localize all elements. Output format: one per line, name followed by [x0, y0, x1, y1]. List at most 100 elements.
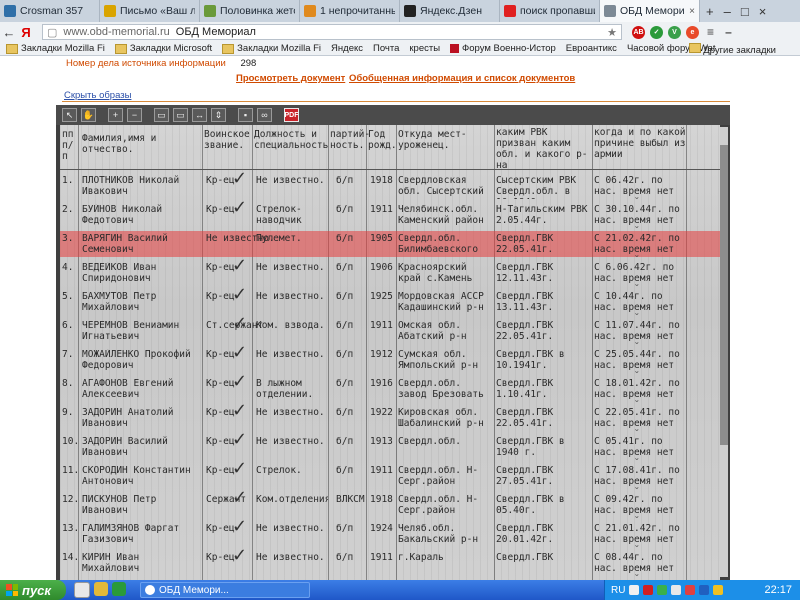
quick-launch — [74, 582, 126, 598]
url-domain: www.obd-memorial.ru — [63, 26, 170, 38]
view-document-link[interactable]: Просмотреть документ — [236, 73, 345, 84]
cell-when: С 6.06.42г. по нас. время нет известий. — [594, 262, 675, 286]
fit-page-icon[interactable]: ▭ — [154, 108, 169, 122]
media-icon[interactable] — [112, 582, 126, 596]
cell-name: КИРИН Иван Михайлович — [82, 552, 140, 574]
cell-role: Стрелок. — [256, 465, 302, 476]
bookmark-item[interactable]: Яндекс — [331, 43, 363, 54]
cell-role: Не известно. — [256, 407, 325, 418]
cell-year: 1913 — [370, 436, 393, 447]
cell-role: Ком.отделения — [256, 494, 328, 505]
fit-width-icon[interactable]: ▭ — [173, 108, 188, 122]
bookmark-item[interactable]: Закладки Mozilla Fi — [6, 43, 105, 54]
tab-2[interactable]: Половинка жетона — [200, 0, 300, 22]
cell-party: б/п — [336, 378, 354, 389]
cell-party: б/п — [336, 291, 354, 302]
cell-when: С 21.02.42г. по нас. время нет известий. — [594, 233, 680, 257]
cell-rvk: Свердл.ГВК 12.11.43г. — [496, 262, 554, 284]
close-window-icon[interactable]: × — [759, 4, 767, 19]
bookmark-item[interactable]: Закладки Microsoft — [114, 43, 212, 54]
tab-5[interactable]: поиск пропавших б — [500, 0, 600, 22]
shield-tray-icon[interactable] — [699, 585, 710, 595]
fit-height-icon[interactable]: ↔ — [192, 108, 207, 122]
cell-rank: Кр-ец — [206, 407, 235, 418]
battery-icon[interactable] — [713, 585, 724, 595]
cell-when: С 21.01.42г. по нас. время нет известий. — [594, 523, 680, 547]
document-scan[interactable]: пп п/п Фамилия,имя и отчество. Воинское … — [60, 125, 720, 580]
cell-name: БУЙНОВ Николай Федотович — [82, 204, 163, 226]
bookmark-star-icon[interactable]: ★ — [607, 26, 617, 39]
pdf-icon[interactable]: PDF — [284, 108, 299, 122]
update-icon[interactable] — [657, 585, 668, 595]
minimize-window-icon[interactable]: – — [724, 4, 731, 19]
adblock-icon[interactable]: AB — [632, 25, 645, 39]
summary-link[interactable]: Обобщенная информация и список документо… — [349, 73, 575, 84]
actual-size-icon[interactable]: ⇕ — [211, 108, 226, 122]
volume-icon[interactable] — [671, 585, 682, 595]
bookmark-item[interactable]: Евроантикс — [566, 43, 617, 54]
shield-icon[interactable]: ✓ — [650, 25, 663, 39]
tab-0[interactable]: Crosman 357 — [0, 0, 100, 22]
mail-icon — [104, 5, 116, 17]
cell-origin: Челяб.обл. Бакальский р-н — [398, 523, 479, 545]
cell-year: 1916 — [370, 378, 393, 389]
folder-icon — [688, 43, 701, 53]
new-tab-icon[interactable]: + — [706, 4, 714, 19]
bookmark-item[interactable]: Форум Военно-Истор — [450, 43, 556, 54]
navigation-bar: ← Я ▢ www.obd-memorial.ru ОБД Мемориал ★… — [0, 22, 800, 42]
flag-icon[interactable] — [685, 585, 696, 595]
cell-role: Стрелок-наводчик — [256, 204, 302, 226]
explorer-icon[interactable] — [94, 582, 108, 596]
menu-icon[interactable]: ≡ — [704, 25, 717, 39]
cell-role: Не известно. — [256, 291, 325, 302]
cell-party: б/п — [336, 407, 354, 418]
close-tab-icon[interactable]: × — [689, 6, 695, 17]
tab-4[interactable]: Яндекс.Дзен — [400, 0, 500, 22]
bookmark-item[interactable]: кресты — [409, 43, 440, 54]
cell-name: МОЖАЙЛЕНКО Прокофий Федорович — [82, 349, 191, 371]
address-bar[interactable]: ▢ www.obd-memorial.ru ОБД Мемориал ★ — [42, 24, 622, 40]
vpn-icon[interactable]: V — [668, 25, 681, 39]
tab-6[interactable]: ОБД Мемориал × — [600, 0, 700, 22]
lock-icon: ▢ — [47, 26, 58, 39]
cell-name: ГАЛИМЗЯНОВ Фаргат Газизович — [82, 523, 180, 545]
hand-icon[interactable]: ✋ — [81, 108, 96, 122]
minimize-icon[interactable]: – — [722, 25, 735, 39]
header-party: партий- ность. — [330, 129, 371, 151]
yandex-mail-icon[interactable]: e — [686, 25, 699, 39]
cell-year: 1906 — [370, 262, 393, 273]
cell-when: С 17.08.41г. по нас. время нет известий. — [594, 465, 680, 489]
zoom-out-icon[interactable]: − — [127, 108, 142, 122]
cell-rank: Кр-ец — [206, 436, 235, 447]
cell-when: С 30.10.44г. по нас. время нет известий. — [594, 204, 680, 228]
windows-flag-icon — [6, 584, 18, 596]
cell-rvk: Н-Тагильским РВК 2.05.44г. — [496, 204, 588, 226]
start-button[interactable]: пуск — [0, 580, 66, 600]
zoom-in-icon[interactable]: + — [108, 108, 123, 122]
cell-party: б/п — [336, 233, 354, 244]
back-arrow-icon[interactable]: ← — [0, 25, 18, 40]
pointer-icon[interactable]: ↖ — [62, 108, 77, 122]
link-icon[interactable]: ∞ — [257, 108, 272, 122]
language-indicator[interactable]: RU — [611, 585, 625, 596]
header-when: когда и по какой причине выбыл из армии — [594, 127, 686, 160]
tab-3[interactable]: 1 непрочитанный ч — [300, 0, 400, 22]
viewer-scrollbar-thumb[interactable] — [720, 145, 728, 445]
checkmark-icon: ✓ — [232, 371, 248, 392]
cell-origin: Свердл.обл. завод Брезовать — [398, 378, 484, 400]
taskbar-task[interactable]: ОБД Мемори... — [140, 582, 310, 598]
hide-images-link[interactable]: Скрыть образы — [64, 90, 131, 101]
tab-1[interactable]: Письмо «Ваш лот "I — [100, 0, 200, 22]
bookmark-item[interactable]: Закладки Mozilla Fi — [222, 43, 321, 54]
restore-window-icon[interactable]: □ — [741, 4, 749, 19]
cell-name: ПИСКУНОВ Петр Иванович — [82, 494, 157, 516]
cell-name: ЧЕРЕМНОВ Вениамин Игнатьевич — [82, 320, 180, 342]
network-icon[interactable] — [629, 585, 640, 595]
antivirus-icon[interactable] — [643, 585, 654, 595]
yandex-browser-icon[interactable] — [74, 582, 90, 598]
checkmark-icon: ✓ — [232, 168, 248, 189]
save-icon[interactable]: ▪ — [238, 108, 253, 122]
bookmark-item[interactable]: Почта — [373, 43, 399, 54]
yandex-logo-icon[interactable]: Я — [18, 25, 34, 40]
other-bookmarks[interactable]: Другие закладки — [688, 43, 776, 56]
